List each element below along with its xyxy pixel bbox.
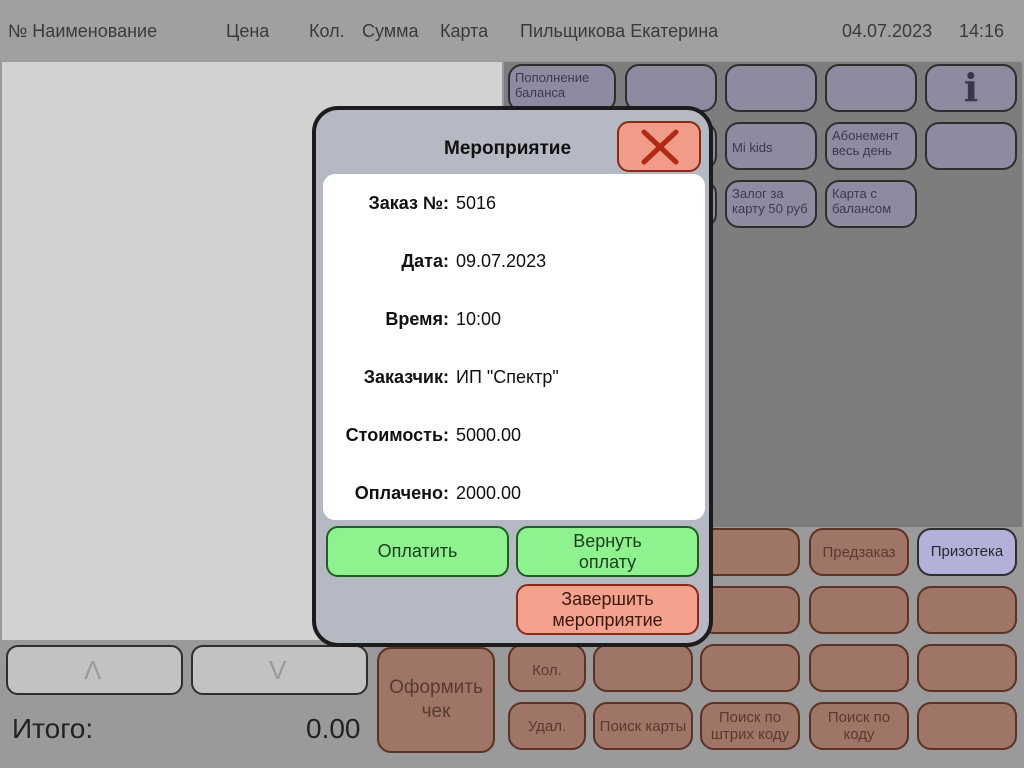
date-value: 09.07.2023 <box>456 251 547 271</box>
prize-library-button[interactable]: Призотека <box>917 528 1017 576</box>
action-button-empty-6[interactable] <box>700 644 800 692</box>
event-info-panel: Заказ №: 5016 Дата: 09.07.2023 Время: 10… <box>323 174 705 520</box>
time-label: Время: <box>385 309 449 329</box>
item-button-empty-5[interactable] <box>925 122 1017 170</box>
event-dialog: Мероприятие Заказ №: 5016 Дата: 09.07.20… <box>312 106 713 647</box>
order-number-value: 5016 <box>456 193 497 213</box>
search-code-button[interactable]: Поиск по коду <box>809 702 909 750</box>
deposit-card-button[interactable]: Залог за карту 50 руб <box>725 180 817 228</box>
preorder-button[interactable]: Предзаказ <box>809 528 909 576</box>
paid-label: Оплачено: <box>354 483 449 503</box>
scroll-up-button[interactable]: Λ <box>6 645 183 695</box>
header-bar: № Наименование Цена Кол. Сумма Карта Пил… <box>0 0 1024 60</box>
mi-kids-button[interactable]: Mi kids <box>725 122 817 170</box>
action-button-empty-4[interactable] <box>917 586 1017 634</box>
column-card: Карта <box>440 21 489 41</box>
action-button-empty-5[interactable] <box>593 644 693 692</box>
action-button-empty-1[interactable] <box>700 528 800 576</box>
current-date: 04.07.2023 <box>842 21 933 41</box>
find-card-button[interactable]: Поиск карты <box>593 702 693 750</box>
quantity-button[interactable]: Кол. <box>508 644 586 692</box>
finish-event-button[interactable]: Завершить мероприятие <box>516 584 699 635</box>
pay-button[interactable]: Оплатить <box>326 526 509 577</box>
delete-button[interactable]: Удал. <box>508 702 586 750</box>
customer-value: ИП "Спектр" <box>456 367 559 387</box>
total-label: Итого: <box>12 713 94 744</box>
column-sum: Сумма <box>362 21 419 41</box>
dialog-title: Мероприятие <box>444 138 572 159</box>
scroll-down-button[interactable]: V <box>191 645 368 695</box>
order-number-label: Заказ №: <box>368 193 449 213</box>
info-icon: i <box>963 65 979 110</box>
column-price: Цена <box>226 21 270 41</box>
scroll-down-icon: V <box>269 655 287 685</box>
cashier-name: Пильщикова Екатерина <box>520 21 719 41</box>
action-button-empty-8[interactable] <box>917 644 1017 692</box>
paid-value: 2000.00 <box>456 483 522 503</box>
action-button-empty-3[interactable] <box>809 586 909 634</box>
refund-button[interactable]: Вернуть оплату <box>516 526 699 577</box>
action-button-empty-9[interactable] <box>917 702 1017 750</box>
column-number-name: № Наименование <box>8 21 158 41</box>
item-button-empty-1[interactable] <box>625 64 717 112</box>
search-barcode-button[interactable]: Поиск по штрих коду <box>700 702 800 750</box>
total-value: 0.00 <box>306 713 361 744</box>
column-qty: Кол. <box>309 21 345 41</box>
action-button-empty-2[interactable] <box>700 586 800 634</box>
customer-label: Заказчик: <box>363 367 449 387</box>
top-up-balance-button[interactable]: Пополнение баланса <box>508 64 616 112</box>
time-value: 10:00 <box>456 309 502 329</box>
close-icon <box>641 129 679 165</box>
item-button-empty-2[interactable] <box>725 64 817 112</box>
pass-full-day-button[interactable]: Абонемент весь день <box>825 122 917 170</box>
date-label: Дата: <box>401 251 449 271</box>
current-time: 14:16 <box>959 21 1005 41</box>
card-with-balance-button[interactable]: Карта с балансом <box>825 180 917 228</box>
checkout-button[interactable]: Оформить чек <box>377 647 495 753</box>
info-button[interactable]: i <box>925 64 1017 112</box>
cost-label: Стоимость: <box>345 425 449 445</box>
item-button-empty-3[interactable] <box>825 64 917 112</box>
cost-value: 5000.00 <box>456 425 522 445</box>
action-button-empty-7[interactable] <box>809 644 909 692</box>
close-button[interactable] <box>617 121 701 172</box>
scroll-up-icon: Λ <box>84 655 102 685</box>
